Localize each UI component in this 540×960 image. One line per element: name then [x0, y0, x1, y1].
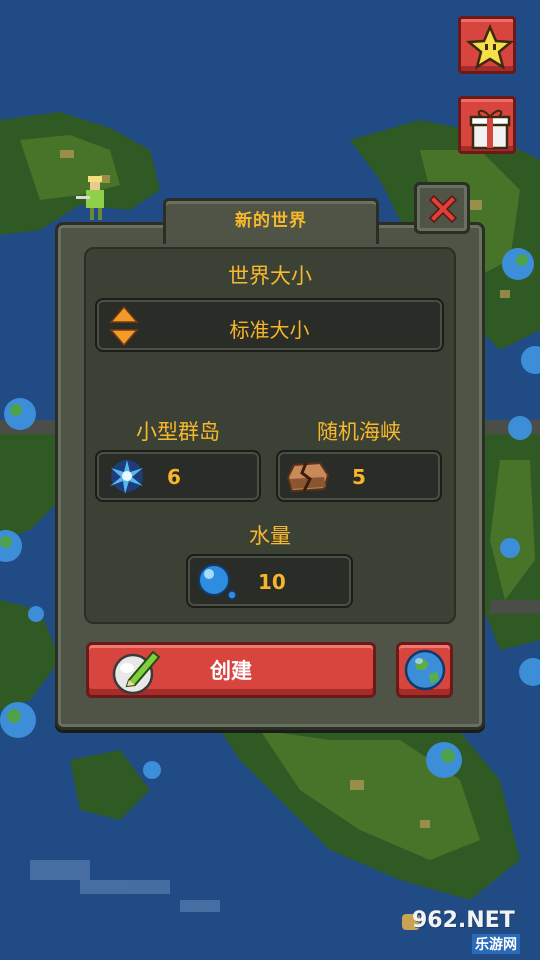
water-selector[interactable]: 10 — [186, 554, 353, 608]
close-x-icon — [428, 194, 458, 224]
watermark-brand: 962.NET — [412, 908, 515, 933]
straits-label: 随机海峡 — [317, 420, 401, 444]
watermark-logo: 962.NET 乐游网 — [400, 904, 534, 956]
dialog-title: 新的世界 — [235, 211, 307, 231]
create-button-label: 创建 — [210, 659, 252, 683]
water-value: 10 — [258, 570, 286, 594]
globe-icon — [404, 649, 446, 691]
gift-button[interactable] — [458, 96, 516, 154]
straits-selector[interactable]: 5 — [276, 450, 442, 502]
straits-value: 5 — [352, 465, 366, 489]
islands-selector[interactable]: 6 — [95, 450, 261, 502]
gift-icon — [469, 109, 511, 150]
rock-crack-icon — [286, 461, 330, 493]
star-icon — [466, 24, 514, 70]
islands-value: 6 — [167, 465, 181, 489]
watermark-site: 乐游网 — [472, 934, 520, 954]
random-world-button[interactable] — [396, 642, 453, 698]
close-button[interactable] — [414, 182, 470, 234]
world-size-label: 世界大小 — [228, 264, 312, 288]
water-label: 水量 — [249, 524, 291, 548]
islands-label: 小型群岛 — [136, 420, 220, 444]
world-size-value: 标准大小 — [229, 318, 310, 342]
water-bubble-icon — [198, 564, 237, 600]
world-size-selector[interactable]: 标准大小 — [95, 298, 444, 352]
blue-spark-icon — [110, 460, 143, 494]
favorites-button[interactable] — [458, 16, 516, 74]
